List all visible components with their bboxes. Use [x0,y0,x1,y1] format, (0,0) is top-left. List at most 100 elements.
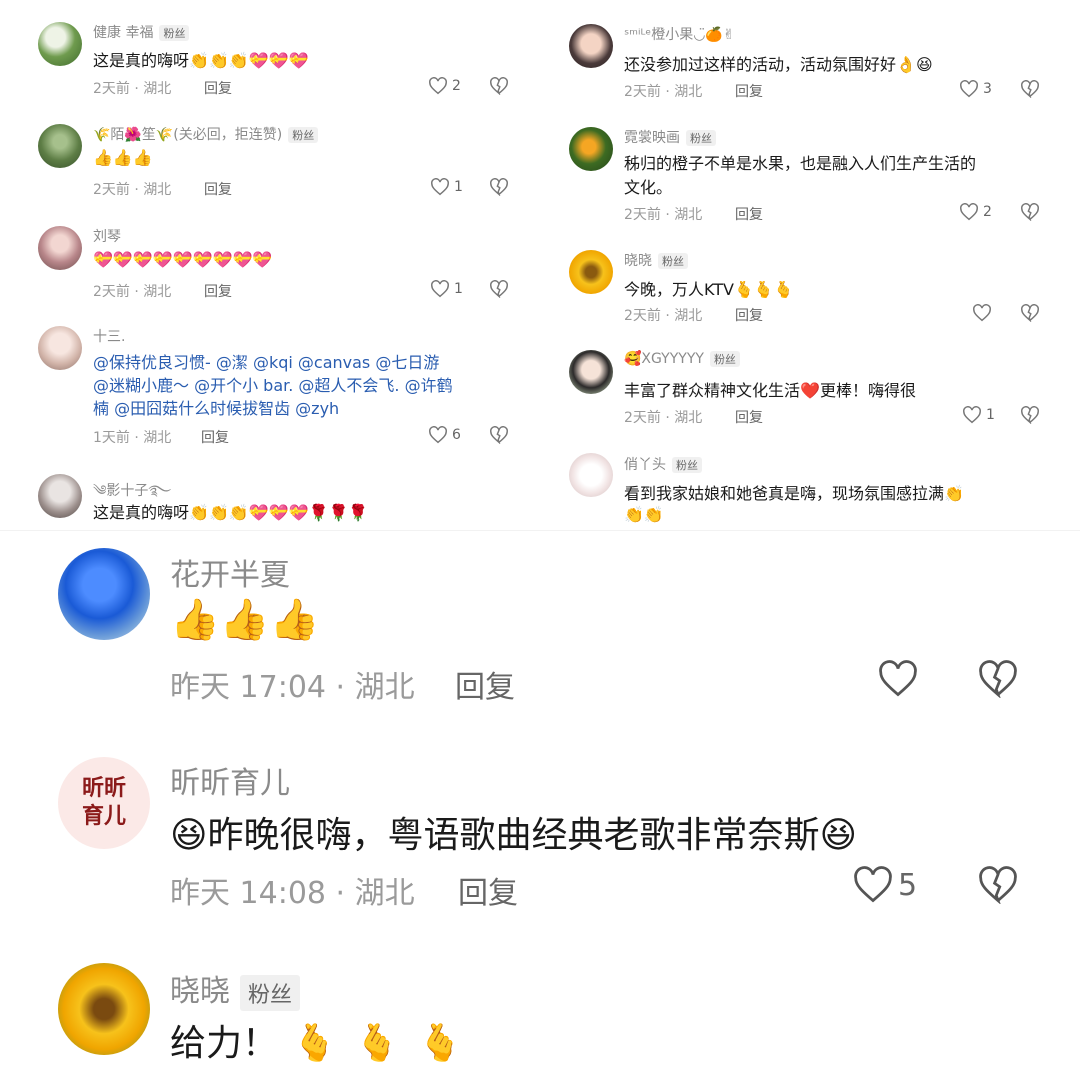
emoji-sequence: 🫰🫰🫰 [733,280,794,299]
broken-heart-icon [1020,304,1040,322]
dislike-button[interactable] [1020,203,1040,221]
comment-text: @保持优良习惯- @潔 @kqi @canvas @七日游 @迷糊小鹿～ @开个… [93,353,453,418]
reply-button[interactable]: 回复 [735,305,763,325]
section-divider [0,530,1080,531]
comment-text: 还没参加过这样的活动，活动氛围好好👌😆 [624,55,933,74]
like-button[interactable]: 3 [959,80,992,98]
like-button[interactable]: 6 [428,426,461,444]
dislike-button[interactable] [489,77,509,95]
comment-text: 😆昨晚很嗨，粤语歌曲经典老歌非常奈斯😆 [170,815,858,856]
commenter-name[interactable]: 晓晓 粉丝 [624,250,688,270]
avatar[interactable] [569,250,613,294]
comment-text: 💝💝💝💝💝💝💝💝💝 [93,250,272,269]
like-button[interactable]: 5 [852,866,917,904]
dislike-button[interactable] [1020,80,1040,98]
fan-badge: 粉丝 [288,127,319,143]
avatar[interactable] [38,226,82,270]
like-count: 1 [454,179,463,195]
avatar[interactable] [38,22,82,66]
reply-button[interactable]: 回复 [455,662,515,706]
commenter-name[interactable]: 健康 幸福 粉丝 [93,22,190,42]
like-button[interactable]: 2 [959,203,992,221]
reply-button[interactable]: 回复 [204,78,232,98]
dislike-button[interactable] [1020,304,1040,322]
commenter-name[interactable]: ˢᵐⁱᴸᵉ橙小果◡̈🍊✌ [624,24,735,44]
broken-heart-icon [489,178,509,196]
broken-heart-icon [1020,203,1040,221]
like-button[interactable]: 2 [428,77,461,95]
avatar[interactable] [569,24,613,68]
like-count: 2 [983,204,992,220]
heart-icon [959,203,979,221]
avatar[interactable] [569,453,613,497]
dislike-button[interactable] [489,178,509,196]
commenter-name[interactable]: 花开半夏 [170,550,290,594]
dislike-button[interactable] [489,426,509,444]
reply-button[interactable]: 回复 [735,81,763,101]
commenter-name[interactable]: 晓晓 粉丝 [170,966,301,1011]
broken-heart-icon [489,426,509,444]
like-button[interactable] [972,304,992,322]
comment-text: 今晚，万人KTV🫰🫰🫰 [624,280,794,299]
broken-heart-icon [977,866,1019,904]
comment-meta: 2天前 · 湖北 [624,207,703,223]
comment-meta: 昨天 14:08 · 湖北 [170,876,415,911]
like-count: 1 [986,407,995,423]
comment-meta: 1天前 · 湖北 [93,430,172,446]
reply-button[interactable]: 回复 [204,179,232,199]
reply-button[interactable]: 回复 [735,407,763,427]
heart-icon [430,280,450,298]
dislike-button[interactable] [1020,406,1040,424]
like-count: 5 [898,867,918,903]
fan-badge: 粉丝 [159,25,190,41]
comment-text: 看到我家姑娘和她爸真是嗨，现场氛围感拉满👏 [624,484,964,503]
like-button[interactable]: 1 [430,280,463,298]
commenter-name[interactable]: 刘琴 [93,226,121,246]
avatar[interactable] [58,548,150,640]
avatar[interactable] [38,326,82,370]
dislike-button[interactable] [977,866,1019,904]
like-button[interactable] [877,660,919,698]
reply-button[interactable]: 回复 [201,427,229,447]
avatar[interactable] [569,127,613,171]
like-button[interactable]: 1 [962,406,995,424]
emoji-sequence: 👌😆 [896,55,933,74]
reply-button[interactable]: 回复 [735,204,763,224]
comment-meta: 昨天 17:04 · 湖北 [170,670,415,705]
dislike-button[interactable] [977,660,1019,698]
heart-icon [962,406,982,424]
avatar[interactable] [38,474,82,518]
commenter-name[interactable]: 十三. [93,326,125,346]
emoji-sequence: 🫰🫰🫰 [292,1023,481,1064]
like-count: 6 [452,427,461,443]
broken-heart-icon [977,660,1019,698]
broken-heart-icon [489,77,509,95]
broken-heart-icon [489,280,509,298]
comment-meta: 2天前 · 湖北 [624,84,703,100]
fan-badge: 粉丝 [658,253,688,269]
reply-button[interactable]: 回复 [204,281,232,301]
avatar[interactable]: 昕昕育儿 [58,757,150,849]
avatar[interactable] [38,124,82,168]
comment-text: 丰富了群众精神文化生活❤️更棒！嗨得很 [624,381,916,400]
emoji-sequence: 💝💝💝💝💝💝💝💝💝 [93,250,273,269]
avatar[interactable] [58,963,150,1055]
comment-meta: 2天前 · 湖北 [93,182,172,198]
commenter-name[interactable]: 🥰XGYYYYY 粉丝 [624,351,740,367]
like-button[interactable]: 1 [430,178,463,196]
reply-button[interactable]: 回复 [458,868,518,912]
avatar[interactable] [569,350,613,394]
fan-badge: 粉丝 [240,974,301,1011]
commenter-name[interactable]: 俏丫头 粉丝 [624,454,702,474]
emoji-sequence: 👏👏👏💝💝💝🌹🌹🌹 [189,503,369,522]
commenter-name[interactable]: 昕昕育儿 [170,758,290,802]
commenter-name[interactable]: 🌾陌🌺笙🌾(关必回，拒连赞) 粉丝 [93,124,319,144]
dislike-button[interactable] [489,280,509,298]
heart-icon [852,866,894,904]
comment-meta: 2天前 · 湖北 [624,308,703,324]
commenter-name[interactable]: 霓裳映画 粉丝 [624,127,716,147]
avatar-text: 昕昕育儿 [81,776,126,829]
fan-badge: 粉丝 [686,130,716,146]
comment-meta: 2天前 · 湖北 [624,410,703,426]
comment-text: 这是真的嗨呀👏👏👏💝💝💝🌹🌹🌹 [93,503,369,522]
